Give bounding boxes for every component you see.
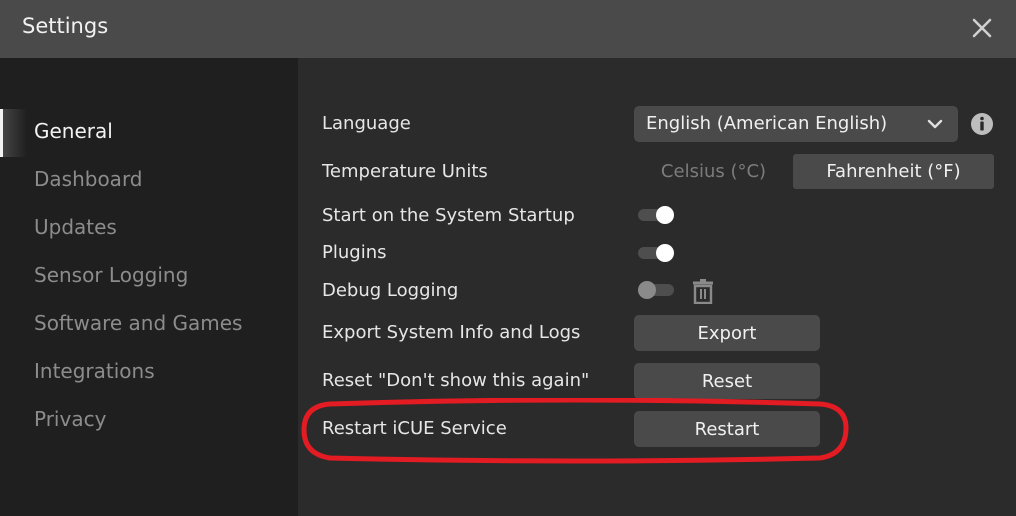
sidebar-item-sensor-logging[interactable]: Sensor Logging bbox=[34, 263, 188, 287]
reset-button[interactable]: Reset bbox=[634, 363, 820, 399]
language-value: English (American English) bbox=[646, 113, 888, 134]
celsius-option[interactable]: Celsius (°C) bbox=[634, 154, 793, 189]
title-bar: Settings bbox=[0, 0, 1016, 58]
toggle-knob bbox=[638, 281, 656, 299]
sidebar-item-dashboard[interactable]: Dashboard bbox=[34, 167, 143, 191]
sidebar-item-general[interactable]: General bbox=[34, 119, 113, 143]
debug-logging-toggle[interactable] bbox=[638, 280, 676, 300]
reset-label: Reset "Don't show this again" bbox=[322, 370, 590, 391]
active-indicator-glow bbox=[3, 109, 27, 157]
active-indicator bbox=[0, 109, 3, 157]
debug-logging-label: Debug Logging bbox=[322, 280, 459, 301]
window-title: Settings bbox=[22, 14, 109, 38]
plugins-label: Plugins bbox=[322, 242, 387, 263]
startup-label: Start on the System Startup bbox=[322, 205, 575, 226]
sidebar-item-updates[interactable]: Updates bbox=[34, 215, 117, 239]
close-icon bbox=[972, 18, 992, 38]
export-button[interactable]: Export bbox=[634, 315, 820, 351]
export-label: Export System Info and Logs bbox=[322, 322, 581, 343]
sidebar-item-integrations[interactable]: Integrations bbox=[34, 359, 155, 383]
toggle-knob bbox=[656, 206, 674, 224]
trash-icon[interactable] bbox=[692, 278, 714, 304]
plugins-toggle[interactable] bbox=[638, 243, 676, 263]
startup-toggle[interactable] bbox=[638, 205, 676, 225]
language-label: Language bbox=[322, 113, 411, 134]
sidebar-item-software-and-games[interactable]: Software and Games bbox=[34, 311, 242, 335]
close-button[interactable] bbox=[966, 12, 998, 44]
info-icon[interactable] bbox=[970, 112, 994, 136]
restart-label: Restart iCUE Service bbox=[322, 418, 507, 439]
sidebar-item-privacy[interactable]: Privacy bbox=[34, 407, 106, 431]
restart-button[interactable]: Restart bbox=[634, 411, 820, 447]
chevron-down-icon bbox=[927, 119, 943, 129]
toggle-knob bbox=[656, 244, 674, 262]
temperature-units-label: Temperature Units bbox=[322, 161, 488, 182]
language-dropdown[interactable]: English (American English) bbox=[634, 106, 958, 142]
fahrenheit-option[interactable]: Fahrenheit (°F) bbox=[793, 154, 994, 189]
